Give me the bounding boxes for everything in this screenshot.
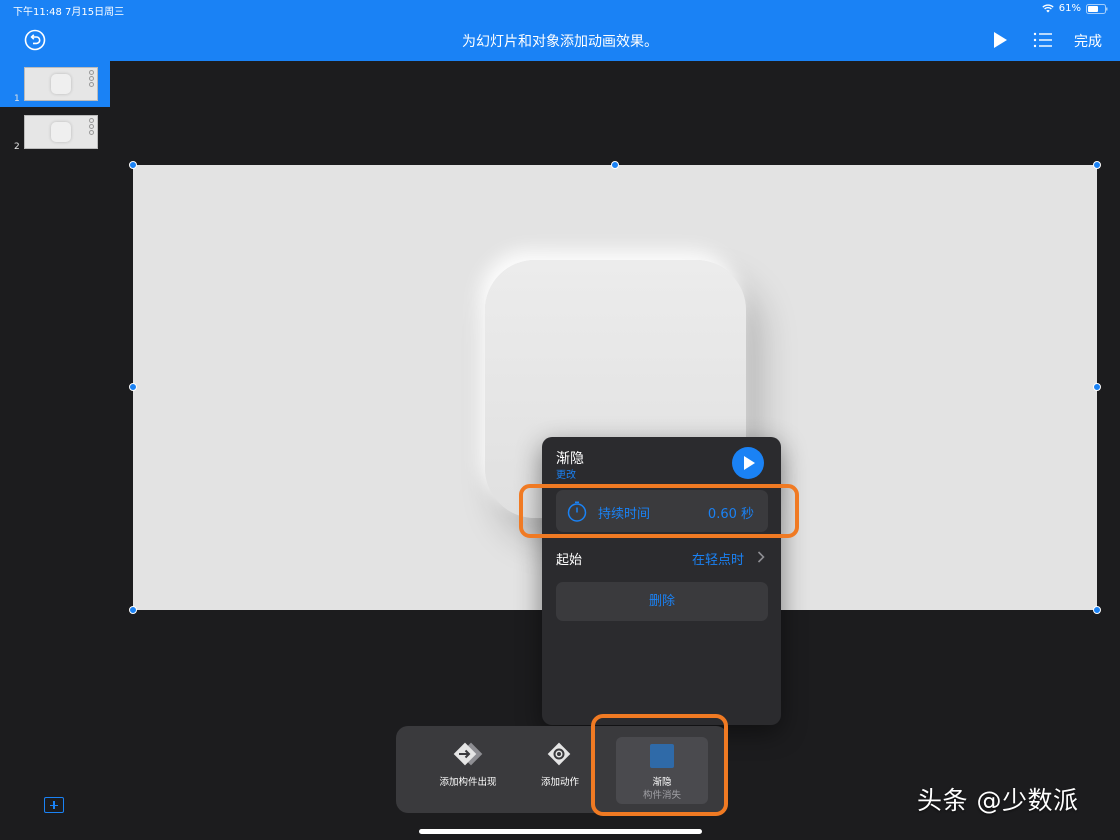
slide-thumbnail-1[interactable]: 1 xyxy=(0,61,110,107)
status-right: 61% xyxy=(1042,3,1108,14)
selection-handle[interactable] xyxy=(1093,161,1101,169)
selection-handle[interactable] xyxy=(611,161,619,169)
add-slide-button[interactable] xyxy=(44,797,64,813)
done-button[interactable]: 完成 xyxy=(1074,31,1102,51)
battery-icon xyxy=(1086,3,1108,14)
add-action-button[interactable]: 添加动作 xyxy=(526,726,594,813)
watermark: 头条 @少数派 xyxy=(917,786,1079,815)
slide-thumbnail-image xyxy=(24,67,98,101)
add-action-label: 添加动作 xyxy=(540,777,579,788)
top-toolbar: 下午11:48 7月15日周三 61% 为幻灯片和对象添加动画效果。 完成 xyxy=(0,0,1120,61)
duration-highlight-outline xyxy=(519,484,799,538)
change-effect-link[interactable]: 更改 xyxy=(556,466,576,481)
chevron-right-icon xyxy=(757,551,765,563)
slide-navigator: 1 2 xyxy=(0,61,110,840)
build-out-highlight-outline xyxy=(591,714,728,816)
play-icon[interactable] xyxy=(991,31,1009,49)
selection-handle[interactable] xyxy=(1093,606,1101,614)
delete-button[interactable]: 删除 xyxy=(556,582,768,621)
effect-name: 渐隐 xyxy=(556,451,584,467)
slide-number: 2 xyxy=(14,142,20,152)
selection-handle[interactable] xyxy=(129,606,137,614)
selection-handle[interactable] xyxy=(1093,383,1101,391)
animation-popover: 渐隐 更改 持续时间 0.60 秒 起始 在轻点时 删除 xyxy=(542,437,781,725)
selection-handle[interactable] xyxy=(129,383,137,391)
slide-number: 1 xyxy=(14,94,20,104)
preview-play-button[interactable] xyxy=(732,447,764,479)
home-indicator[interactable] xyxy=(419,829,702,834)
slide-thumbnail-2[interactable]: 2 xyxy=(0,109,110,155)
status-time-date: 下午11:48 7月15日周三 xyxy=(13,7,125,18)
list-icon[interactable] xyxy=(1033,31,1053,49)
build-in-icon xyxy=(453,742,483,766)
wifi-icon xyxy=(1042,4,1054,13)
start-label: 起始 xyxy=(556,553,583,568)
toolbar-title: 为幻灯片和对象添加动画效果。 xyxy=(462,34,658,50)
add-build-in-button[interactable]: 添加构件出现 xyxy=(416,726,520,813)
start-value[interactable]: 在轻点时 xyxy=(692,549,744,568)
add-build-in-label: 添加构件出现 xyxy=(439,777,497,788)
selection-handle[interactable] xyxy=(129,161,137,169)
battery-percent: 61% xyxy=(1058,3,1081,14)
slide-thumbnail-image xyxy=(24,115,98,149)
action-icon xyxy=(547,742,571,766)
